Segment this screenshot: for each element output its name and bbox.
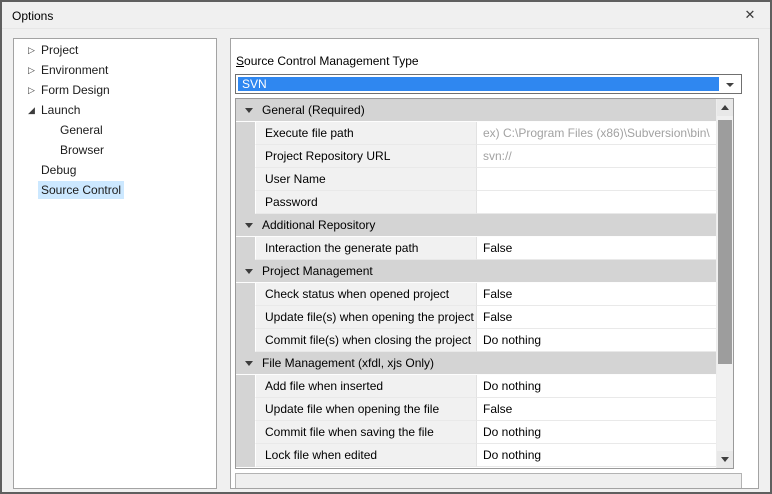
section-title: File Management (xfdl, xjs Only) (262, 356, 434, 370)
scrollbar-thumb[interactable] (718, 120, 732, 364)
collapse-icon[interactable] (245, 108, 253, 113)
property-label: Check status when opened project (255, 283, 476, 306)
row-gutter (236, 306, 255, 329)
row-gutter (236, 168, 255, 191)
property-value-field[interactable]: False (476, 398, 716, 421)
sidebar-item-label: Form Design (38, 81, 113, 99)
property-value-field[interactable]: Do nothing (476, 375, 716, 398)
property-value-field[interactable]: Do nothing (476, 421, 716, 444)
collapse-icon[interactable] (245, 269, 253, 274)
sidebar-item-label: Browser (57, 141, 107, 159)
property-label: User Name (255, 168, 476, 191)
property-label: Commit file when saving the file (255, 421, 476, 444)
source-control-panel: Source Control Management Type SVN Gener… (230, 38, 759, 489)
scroll-down-button[interactable] (717, 451, 733, 468)
collapse-icon[interactable] (245, 361, 253, 366)
property-row: Execute file pathex) C:\Program Files (x… (236, 122, 716, 145)
property-label: Execute file path (255, 122, 476, 145)
sidebar-item-general[interactable]: General (14, 120, 216, 140)
property-row: Password (236, 191, 716, 214)
property-value-field[interactable] (476, 168, 716, 191)
property-value-field[interactable]: False (476, 237, 716, 260)
sidebar-item-launch[interactable]: ◢Launch (14, 100, 216, 120)
property-label: Add file when inserted (255, 375, 476, 398)
property-label: Interaction the generate path (255, 237, 476, 260)
scroll-up-button[interactable] (717, 99, 733, 116)
property-value-field[interactable]: svn:// (476, 145, 716, 168)
section-title: Project Management (262, 264, 373, 278)
sidebar-item-environment[interactable]: ▷Environment (14, 60, 216, 80)
scm-type-label: Source Control Management Type (236, 54, 419, 68)
section-title: General (Required) (262, 103, 365, 117)
chevron-down-icon (726, 83, 734, 87)
sidebar-item-form-design[interactable]: ▷Form Design (14, 80, 216, 100)
vertical-scrollbar[interactable] (716, 99, 733, 468)
sidebar-item-label: General (57, 121, 106, 139)
chevron-collapsed-icon[interactable]: ▷ (25, 60, 38, 80)
section-header[interactable]: Additional Repository (236, 214, 716, 237)
sidebar-item-browser[interactable]: Browser (14, 140, 216, 160)
property-value-field[interactable]: Do nothing (476, 329, 716, 352)
sidebar-item-source-control[interactable]: Source Control (14, 180, 216, 200)
row-gutter (236, 191, 255, 214)
property-value-field[interactable]: False (476, 283, 716, 306)
property-value-field[interactable]: ex) C:\Program Files (x86)\Subversion\bi… (476, 122, 716, 145)
scm-type-combobox[interactable]: SVN (235, 74, 742, 94)
chevron-expanded-icon[interactable]: ◢ (25, 100, 38, 120)
sidebar-item-label: Debug (38, 161, 79, 179)
row-gutter (236, 283, 255, 306)
section-header[interactable]: File Management (xfdl, xjs Only) (236, 352, 716, 375)
property-row: Commit file(s) when closing the projectD… (236, 329, 716, 352)
scroll-down-icon (721, 457, 729, 462)
property-row: Update file(s) when opening the projectF… (236, 306, 716, 329)
row-gutter (236, 421, 255, 444)
property-label: Update file when opening the file (255, 398, 476, 421)
row-gutter (236, 329, 255, 352)
row-gutter (236, 444, 255, 467)
property-row: Lock file when editedDo nothing (236, 444, 716, 467)
row-gutter (236, 237, 255, 260)
sidebar-item-label: Project (38, 41, 81, 59)
property-label: Commit file(s) when closing the project (255, 329, 476, 352)
property-grid: General (Required) Execute file pathex) C… (235, 98, 734, 469)
close-icon: ✕ (745, 7, 756, 23)
row-gutter (236, 375, 255, 398)
property-label: Update file(s) when opening the project (255, 306, 476, 329)
sidebar-item-label: Launch (38, 101, 83, 119)
property-row: Update file when opening the fileFalse (236, 398, 716, 421)
scroll-up-icon (721, 105, 729, 110)
settings-tree: ▷Project▷Environment▷Form Design◢LaunchG… (13, 38, 217, 489)
collapse-icon[interactable] (245, 223, 253, 228)
row-gutter (236, 122, 255, 145)
sidebar-item-label: Source Control (38, 181, 124, 199)
property-row: User Name (236, 168, 716, 191)
property-row: Interaction the generate pathFalse (236, 237, 716, 260)
property-row: Project Repository URLsvn:// (236, 145, 716, 168)
chevron-collapsed-icon[interactable]: ▷ (25, 40, 38, 60)
sidebar-item-label: Environment (38, 61, 111, 79)
property-row: Add file when insertedDo nothing (236, 375, 716, 398)
property-value-field[interactable]: Do nothing (476, 444, 716, 467)
property-label: Project Repository URL (255, 145, 476, 168)
options-dialog: Options ✕ ▷Project▷Environment▷Form Desi… (0, 0, 772, 494)
property-row: Commit file when saving the fileDo nothi… (236, 421, 716, 444)
property-value-field[interactable] (476, 191, 716, 214)
section-header[interactable]: General (Required) (236, 99, 716, 122)
property-value-field[interactable]: False (476, 306, 716, 329)
description-box (235, 473, 742, 489)
section-header[interactable]: Project Management (236, 260, 716, 283)
row-gutter (236, 398, 255, 421)
window-title: Options (12, 9, 53, 23)
property-label: Password (255, 191, 476, 214)
section-title: Additional Repository (262, 218, 375, 232)
title-bar: Options ✕ (2, 2, 770, 29)
property-row: Check status when opened projectFalse (236, 283, 716, 306)
sidebar-item-project[interactable]: ▷Project (14, 40, 216, 60)
close-button[interactable]: ✕ (736, 2, 764, 28)
sidebar-item-debug[interactable]: Debug (14, 160, 216, 180)
row-gutter (236, 145, 255, 168)
chevron-collapsed-icon[interactable]: ▷ (25, 80, 38, 100)
property-label: Lock file when edited (255, 444, 476, 467)
combobox-selected-value: SVN (238, 77, 719, 91)
